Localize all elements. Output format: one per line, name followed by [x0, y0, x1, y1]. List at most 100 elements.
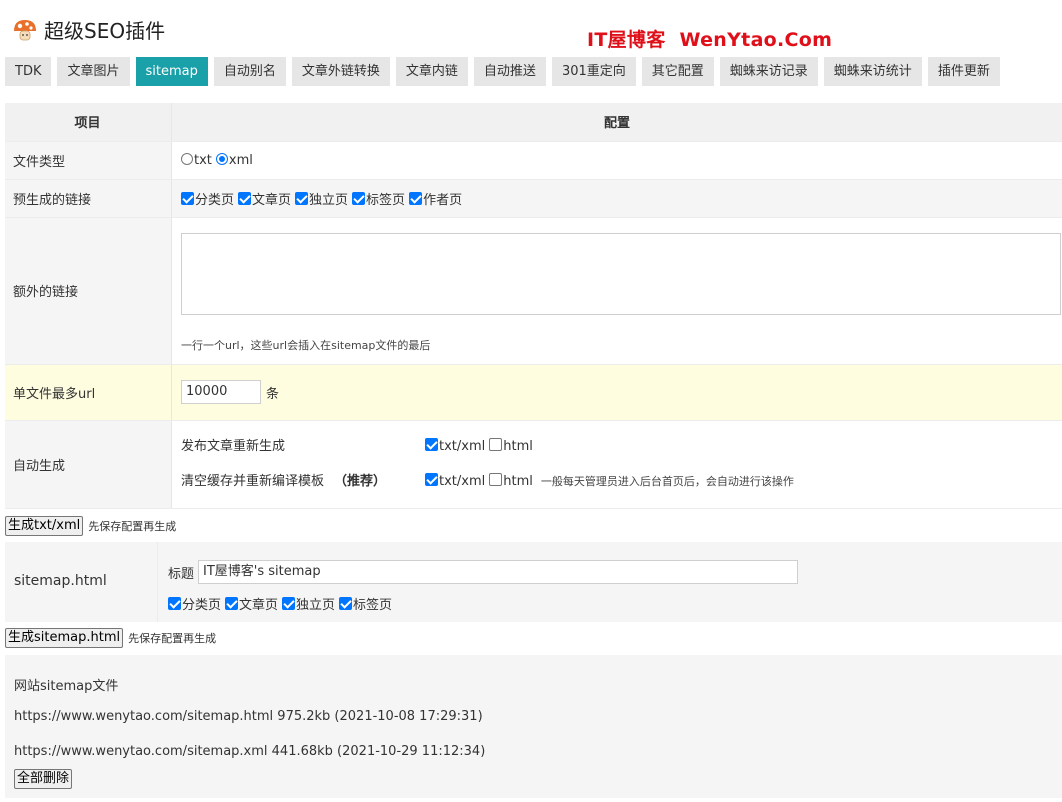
- checkbox-publish-html-label: html: [503, 439, 533, 454]
- row-pregen-links: 预生成的链接 分类页 文章页 独立页 标签页 作者页: [5, 179, 1062, 218]
- checkbox-html-article-control[interactable]: [225, 597, 239, 610]
- delete-all-row: 全部删除: [14, 769, 73, 789]
- radio-txt[interactable]: txt: [181, 152, 212, 168]
- row-auto-generate: 自动生成 发布文章重新生成 txt/xml html 清空缓存并重新编译模板 （推荐）…: [5, 420, 1062, 509]
- tab-other-config[interactable]: 其它配置: [641, 57, 714, 86]
- sitemap-html-label: sitemap.html: [14, 573, 107, 589]
- checkbox-category-label: 分类页: [195, 192, 235, 208]
- tab-spider-log[interactable]: 蜘蛛来访记录: [719, 57, 818, 86]
- radio-xml-control[interactable]: [215, 152, 228, 165]
- generate-html-note: 先保存配置再生成: [128, 632, 217, 645]
- checkbox-html-tag[interactable]: 标签页: [339, 594, 392, 613]
- sitemap-html-panel: sitemap.html 标题 IT屋博客's sitemap 分类页 文章页 独立…: [5, 542, 1062, 622]
- radio-txt-label: txt: [194, 152, 212, 168]
- row-max-url: 单文件最多url 10000 条: [5, 364, 1062, 421]
- tab-301-redirect[interactable]: 301重定向: [551, 57, 636, 86]
- checkbox-cache-txtxml-control[interactable]: [425, 473, 438, 486]
- generate-sitemap-html-button[interactable]: 生成sitemap.html: [5, 628, 124, 648]
- brand-name: IT屋博客: [587, 29, 666, 51]
- checkbox-page-control[interactable]: [295, 191, 309, 205]
- mushroom-icon: [12, 17, 38, 43]
- cache-clear-note: 一般每天管理员进入后台首页后，会自动进行该操作: [540, 475, 794, 488]
- checkbox-page-label: 独立页: [309, 192, 349, 208]
- checkbox-html-tag-control[interactable]: [339, 597, 353, 610]
- auto-on-cache-clear: 清空缓存并重新编译模板 （推荐） txt/xml html 一般每天管理员进入后台首页后…: [181, 464, 1061, 499]
- checkbox-tag[interactable]: 标签页: [352, 189, 405, 208]
- brand-domain: WenYtao.Com: [679, 29, 833, 51]
- sitemap-html-config: 标题 IT屋博客's sitemap 分类页 文章页 独立页 标签页: [157, 542, 1062, 622]
- tab-internal-links[interactable]: 文章内链: [395, 57, 468, 86]
- tab-article-images[interactable]: 文章图片: [57, 57, 130, 86]
- tab-bar: TDK 文章图片 sitemap 自动别名 文章外链转换 文章内链 自动推送 3…: [5, 57, 1006, 86]
- checkbox-article[interactable]: 文章页: [238, 189, 291, 208]
- sitemap-html-options: 分类页 文章页 独立页 标签页: [168, 594, 396, 613]
- checkbox-publish-txtxml[interactable]: txt/xml: [425, 429, 485, 464]
- tab-external-links[interactable]: 文章外链转换: [291, 57, 390, 86]
- file-type-label: 文件类型: [5, 141, 172, 180]
- row-file-type: 文件类型 txt xml: [5, 141, 1062, 180]
- max-url-input[interactable]: 10000: [181, 380, 261, 404]
- generate-txt-note: 先保存配置再生成: [88, 520, 177, 533]
- tab-sitemap[interactable]: sitemap: [135, 57, 208, 86]
- logo: 超级SEO插件: [12, 15, 165, 44]
- checkbox-article-label: 文章页: [252, 192, 292, 208]
- auto-on-publish-label: 发布文章重新生成: [181, 439, 286, 454]
- checkbox-cache-html-control[interactable]: [489, 473, 503, 486]
- auto-on-publish: 发布文章重新生成 txt/xml html: [181, 429, 1061, 464]
- auto-on-cache-clear-label: 清空缓存并重新编译模板 （推荐）: [181, 464, 425, 499]
- generate-txt-row: 生成txt/xml 先保存配置再生成: [5, 515, 176, 537]
- checkbox-cache-html[interactable]: html: [489, 464, 533, 499]
- checkbox-article-control[interactable]: [238, 191, 252, 205]
- checkbox-tag-control[interactable]: [352, 191, 366, 205]
- tab-auto-push[interactable]: 自动推送: [473, 57, 546, 86]
- checkbox-html-page-label: 独立页: [296, 598, 336, 613]
- tab-auto-alias[interactable]: 自动别名: [213, 57, 286, 86]
- checkbox-html-page[interactable]: 独立页: [282, 594, 335, 613]
- checkbox-category[interactable]: 分类页: [181, 189, 234, 208]
- title-label: 标题: [168, 566, 195, 582]
- checkbox-category-control[interactable]: [181, 191, 194, 205]
- radio-xml-label: xml: [228, 152, 253, 168]
- pregen-links-label: 预生成的链接: [5, 179, 172, 218]
- app-title: 超级SEO插件: [44, 19, 166, 43]
- tab-plugin-update[interactable]: 插件更新: [927, 57, 1000, 86]
- checkbox-html-category[interactable]: 分类页: [168, 594, 221, 613]
- checkbox-author-label: 作者页: [423, 192, 463, 208]
- checkbox-publish-html[interactable]: html: [489, 429, 533, 464]
- extra-links-hint: 一行一个url，这些url会插入在sitemap文件的最后: [181, 338, 431, 352]
- checkbox-html-article-label: 文章页: [239, 598, 279, 613]
- file-item-html: https://www.wenytao.com/sitemap.html 975…: [14, 709, 483, 724]
- sitemap-title-input[interactable]: IT屋博客's sitemap: [198, 560, 799, 584]
- checkbox-publish-txtxml-label: txt/xml: [439, 439, 486, 454]
- checkbox-cache-html-label: html: [503, 474, 533, 489]
- tab-tdk[interactable]: TDK: [5, 57, 52, 86]
- checkbox-html-category-label: 分类页: [182, 598, 222, 613]
- radio-xml[interactable]: xml: [215, 152, 253, 168]
- radio-txt-control[interactable]: [181, 152, 193, 165]
- table-header: 项目 配置: [5, 103, 1062, 142]
- checkbox-html-category-control[interactable]: [168, 597, 181, 610]
- settings-table: 项目 配置 文件类型 txt xml 预生成的链接 分类页 文章页 独立页 标签页 作者页…: [5, 103, 1062, 509]
- row-extra-links: 额外的链接 一行一个url，这些url会插入在sitemap文件的最后: [5, 217, 1062, 365]
- generate-txt-xml-button[interactable]: 生成txt/xml: [5, 516, 84, 536]
- auto-generate-label: 自动生成: [5, 420, 172, 509]
- checkbox-html-article[interactable]: 文章页: [225, 594, 278, 613]
- delete-all-button[interactable]: 全部删除: [14, 769, 73, 789]
- column-header-config: 配置: [171, 103, 1062, 142]
- checkbox-html-page-control[interactable]: [282, 597, 296, 610]
- extra-links-textarea[interactable]: [181, 232, 1061, 315]
- checkbox-author[interactable]: 作者页: [409, 189, 462, 208]
- tab-spider-stats[interactable]: 蜘蛛来访统计: [823, 57, 922, 86]
- checkbox-page[interactable]: 独立页: [295, 189, 348, 208]
- file-item-xml: https://www.wenytao.com/sitemap.xml 441.…: [14, 744, 486, 759]
- extra-links-label: 额外的链接: [5, 217, 172, 365]
- max-url-label: 单文件最多url: [5, 364, 172, 421]
- checkbox-author-control[interactable]: [409, 191, 423, 205]
- max-url-unit: 条: [266, 386, 280, 402]
- generate-html-row: 生成sitemap.html 先保存配置再生成: [5, 627, 216, 649]
- checkbox-publish-html-control[interactable]: [489, 438, 503, 451]
- recommended-tag: （推荐）: [334, 474, 387, 489]
- checkbox-cache-txtxml[interactable]: txt/xml: [425, 464, 485, 499]
- checkbox-publish-txtxml-control[interactable]: [425, 438, 438, 451]
- title-row: 标题 IT屋博客's sitemap: [168, 560, 799, 584]
